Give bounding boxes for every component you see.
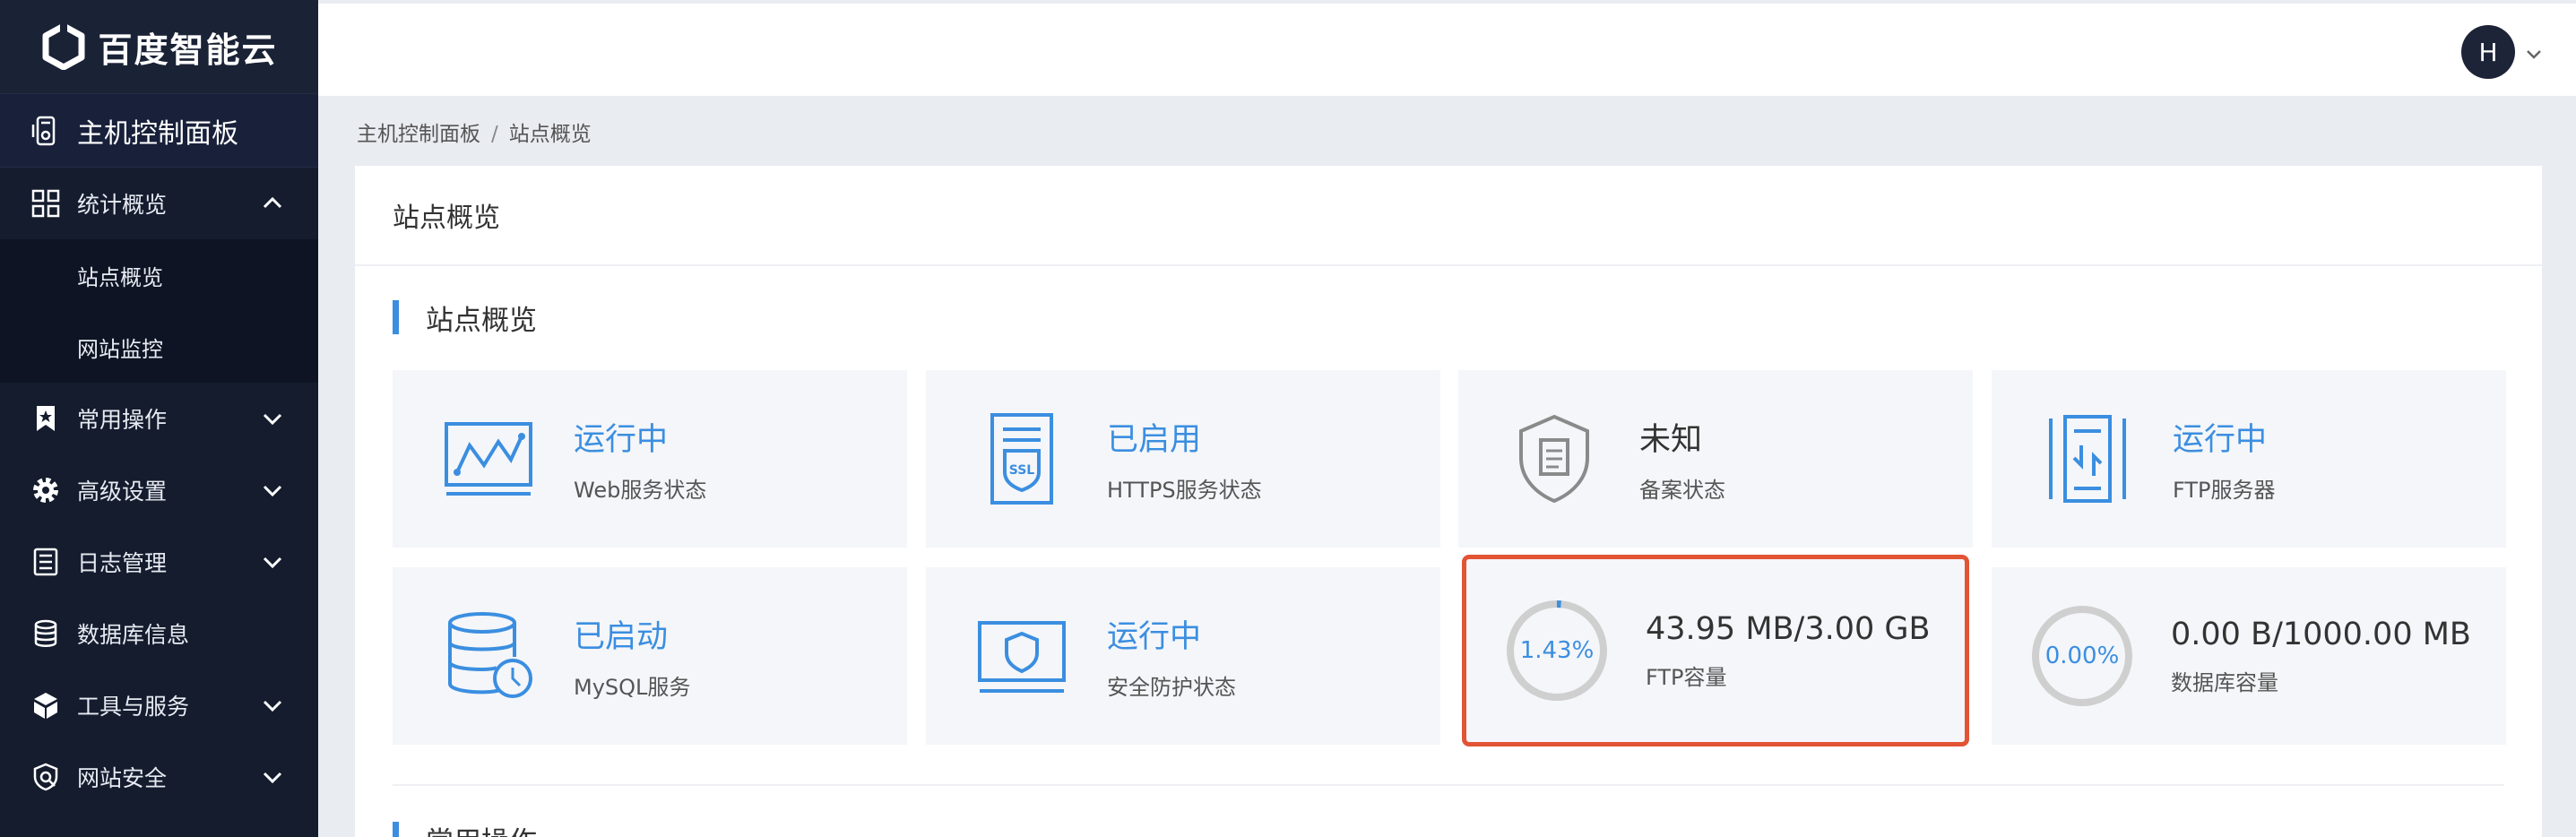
chevron-down-icon[interactable] — [261, 765, 284, 789]
brand-name: 百度智能云 — [98, 30, 278, 70]
ftp-usage-percent: 1.43% — [1519, 637, 1595, 664]
sidebar-item-site-security[interactable]: 网站安全 — [0, 741, 318, 813]
tile-value: 运行中 — [574, 422, 669, 458]
tile-caption: 备案状态 — [1639, 478, 1725, 503]
logo[interactable]: 百度智能云 — [0, 0, 318, 94]
tile-web-service: 运行中 Web服务状态 — [393, 370, 907, 548]
tile-caption: MySQL服务 — [574, 675, 691, 700]
ftp-server-icon — [2049, 415, 2126, 503]
overview-card: 站点概览 站点概览 运行中 Web服务状态 SSL 已启用 HTTPS服务状态 — [355, 166, 2542, 837]
sidebar-item-stats[interactable]: 统计概览 — [0, 168, 318, 239]
tile-caption: FTP服务器 — [2173, 478, 2276, 503]
chevron-down-icon[interactable] — [261, 479, 284, 502]
box-icon — [34, 693, 57, 719]
section-title: 站点概览 — [393, 300, 537, 337]
tile-caption: Web服务状态 — [574, 478, 707, 503]
sidebar-item-label: 数据库信息 — [77, 622, 190, 648]
baidu-cloud-logo-icon — [42, 23, 85, 70]
tile-ftp-server: 运行中 FTP服务器 — [1992, 370, 2506, 548]
chevron-up-icon[interactable] — [261, 192, 284, 215]
db-usage-ring: 0.00% — [2029, 603, 2135, 709]
sidebar-item-label: 工具与服务 — [77, 694, 190, 720]
tile-caption: 数据库容量 — [2171, 669, 2278, 695]
sidebar-subitem-site-overview[interactable]: 站点概览 — [0, 239, 318, 311]
breadcrumb: 主机控制面板 / 站点概览 — [357, 116, 592, 147]
tile-value: 未知 — [1639, 422, 1703, 458]
database-icon — [34, 619, 57, 647]
sidebar-item-label: 日志管理 — [77, 550, 168, 576]
tile-value: 运行中 — [1107, 619, 1202, 655]
tile-value: 运行中 — [2173, 422, 2268, 458]
web-monitor-icon — [445, 422, 532, 496]
sidebar-item-advanced-settings[interactable]: 高级设置 — [0, 454, 318, 526]
shield-document-icon — [1519, 414, 1589, 504]
sidebar-subitem-label: 站点概览 — [77, 264, 163, 290]
breadcrumb-root[interactable]: 主机控制面板 — [357, 123, 480, 146]
chevron-down-icon[interactable] — [261, 550, 284, 574]
breadcrumb-separator: / — [491, 123, 498, 146]
tile-value: 0.00 B/1000.00 MB — [2171, 616, 2471, 652]
sidebar: 百度智能云 主机控制面板 统计概览 站点概览 网站监控 常用操作 高级设置 日志… — [0, 0, 318, 837]
database-clock-icon — [448, 612, 532, 698]
gear-icon — [33, 478, 58, 503]
tile-caption: FTP容量 — [1646, 664, 1727, 690]
tile-security-protection: 运行中 安全防护状态 — [926, 567, 1440, 745]
db-usage-percent: 0.00% — [2044, 643, 2120, 669]
tile-caption: HTTPS服务状态 — [1107, 478, 1262, 503]
sidebar-subitem-site-monitor[interactable]: 网站监控 — [0, 311, 318, 383]
sidebar-item-host-panel[interactable]: 主机控制面板 — [0, 94, 318, 168]
tile-database-capacity: 0.00% 0.00 B/1000.00 MB 数据库容量 — [1992, 567, 2506, 745]
section-divider — [393, 784, 2504, 786]
bookmark-star-icon — [37, 406, 55, 431]
chevron-down-icon[interactable] — [2524, 44, 2544, 64]
tile-ftp-capacity: 1.43% 43.95 MB/3.00 GB FTP容量 — [1462, 555, 1969, 746]
sidebar-item-common-ops[interactable]: 常用操作 — [0, 383, 318, 454]
tile-icp-filing: 未知 备案状态 — [1458, 370, 1973, 548]
panel-device-icon — [31, 116, 56, 145]
sidebar-item-label: 网站安全 — [77, 765, 168, 791]
ssl-certificate-icon: SSL — [990, 413, 1053, 505]
section-title-common-ops: 常用操作 — [393, 822, 537, 837]
breadcrumb-current: 站点概览 — [508, 123, 592, 146]
tile-mysql-service: 已启动 MySQL服务 — [393, 567, 907, 745]
sidebar-item-label: 主机控制面板 — [77, 117, 238, 150]
stats-submenu: 站点概览 网站监控 — [0, 239, 318, 383]
sidebar-item-label: 统计概览 — [77, 192, 168, 218]
sidebar-subitem-label: 网站监控 — [77, 336, 163, 362]
sidebar-item-label: 高级设置 — [77, 479, 168, 505]
sidebar-item-tools-services[interactable]: 工具与服务 — [0, 669, 318, 741]
card-title: 站点概览 — [355, 166, 2542, 266]
user-avatar[interactable]: H — [2461, 25, 2515, 79]
tile-https-service: SSL 已启用 HTTPS服务状态 — [926, 370, 1440, 548]
chevron-down-icon[interactable] — [261, 407, 284, 430]
top-header: H — [318, 0, 2576, 96]
svg-text:SSL: SSL — [1009, 463, 1035, 478]
security-scan-icon — [33, 763, 58, 791]
sidebar-item-label: 常用操作 — [77, 407, 168, 433]
tile-value: 已启用 — [1107, 422, 1202, 458]
tile-caption: 安全防护状态 — [1107, 675, 1236, 700]
ftp-usage-ring: 1.43% — [1504, 598, 1610, 703]
tile-value: 43.95 MB/3.00 GB — [1646, 610, 1931, 647]
sidebar-item-database-info[interactable]: 数据库信息 — [0, 598, 318, 669]
log-list-icon — [33, 548, 58, 576]
tile-value: 已启动 — [574, 619, 669, 655]
chevron-down-icon[interactable] — [261, 694, 284, 717]
sidebar-item-log-management[interactable]: 日志管理 — [0, 526, 318, 598]
grid-icon — [31, 189, 60, 218]
monitor-shield-icon — [978, 621, 1066, 693]
